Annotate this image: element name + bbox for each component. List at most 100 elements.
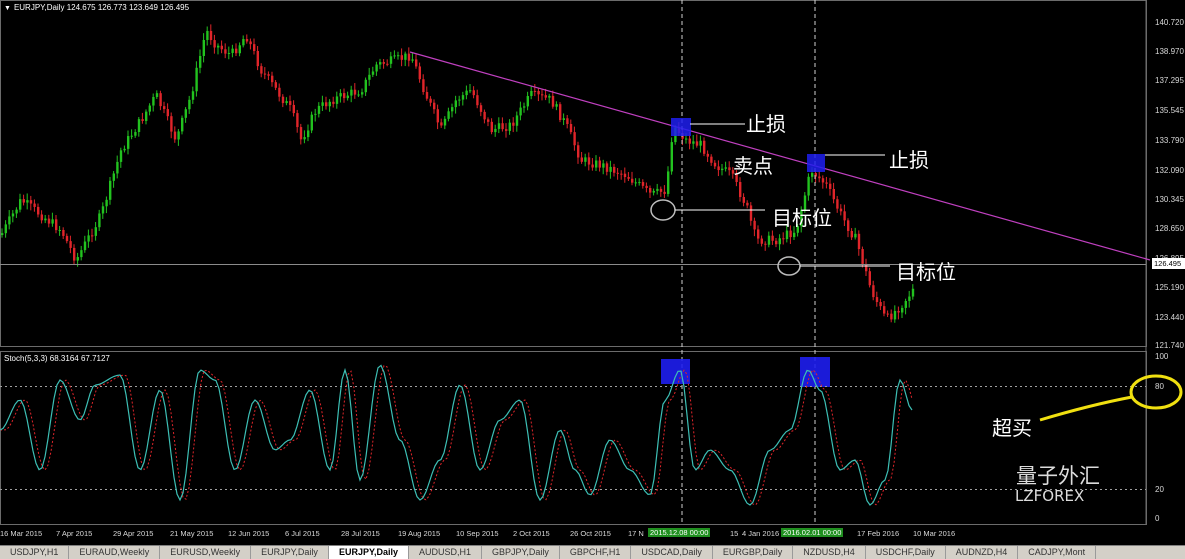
stoch-tick: 100 (1155, 352, 1169, 361)
tab-chart[interactable]: EURAUD,Weekly (69, 546, 161, 559)
candle-body (382, 62, 385, 64)
tab-chart[interactable]: USDCAD,Daily (631, 546, 713, 559)
tab-chart[interactable]: EURUSD,Weekly (160, 546, 252, 559)
candle-body (433, 102, 436, 110)
candle-body (379, 62, 382, 65)
candle-body (116, 161, 119, 174)
candle-body (249, 41, 252, 45)
candle-body (526, 96, 529, 107)
tab-chart[interactable]: GBPCHF,H1 (560, 546, 632, 559)
stop-loss-box-1 (671, 118, 691, 136)
candle-body (8, 216, 11, 225)
candle-body (479, 105, 483, 112)
tab-chart[interactable]: EURJPY,Daily (251, 546, 329, 559)
stoch-tick: 20 (1155, 485, 1164, 494)
candle-body (857, 233, 861, 250)
price-chart[interactable] (0, 0, 1185, 558)
candle-body (314, 113, 317, 115)
tab-chart[interactable]: EURGBP,Daily (713, 546, 794, 559)
tab-chart[interactable]: AUDNZD,H4 (946, 546, 1019, 559)
price-tick: 132.090 (1155, 166, 1184, 175)
candle-body (404, 53, 407, 60)
candle-body (87, 235, 90, 242)
candle-body (235, 48, 238, 54)
candle-body (55, 219, 58, 231)
candle-body (605, 163, 609, 172)
candle-body (465, 90, 468, 96)
candle-body (281, 96, 285, 104)
tab-chart[interactable]: GBPJPY,Daily (482, 546, 560, 559)
date-tick: 19 Aug 2015 (398, 529, 441, 538)
candle-body (580, 157, 583, 162)
candle-body (616, 172, 619, 174)
candle-body (771, 235, 774, 241)
candle-body (659, 188, 663, 192)
tab-chart[interactable]: USDJPY,H1 (0, 546, 70, 559)
tab-chart[interactable]: USDCHF,Daily (866, 546, 946, 559)
candle-body (641, 182, 645, 186)
candle-body (839, 208, 843, 212)
candle-body (44, 218, 47, 221)
candle-body (886, 313, 889, 315)
candle-body (62, 229, 65, 236)
candle-body (69, 241, 72, 248)
candle-body (202, 39, 205, 56)
candle-body (699, 140, 702, 146)
candle-body (703, 140, 706, 154)
vertical-marker-1-date: 2015.12.08 00:00 (648, 528, 711, 537)
price-tick: 128.650 (1155, 224, 1184, 233)
candle-body (911, 288, 915, 297)
candle-body (656, 188, 659, 191)
candle-body (566, 118, 569, 124)
candle-body (51, 219, 54, 224)
dropdown-triangle-icon[interactable]: ▼ (4, 5, 11, 12)
candle-body (37, 206, 40, 215)
candle-body (620, 173, 623, 175)
candle-body (292, 104, 295, 114)
candle-body (130, 135, 133, 137)
tab-chart-active[interactable]: EURJPY,Daily (328, 546, 409, 559)
candle-body (170, 116, 173, 132)
candle-body (785, 230, 789, 240)
target-label-2: 目标位 (896, 260, 956, 284)
candle-body (551, 95, 555, 107)
candle-body (497, 123, 501, 129)
candle-body (415, 59, 418, 67)
candle-body (501, 123, 504, 130)
date-tick: 2 Oct 2015 (513, 529, 550, 538)
stoch-tick: 80 (1155, 382, 1164, 391)
candle-body (631, 178, 634, 183)
candle-body (587, 157, 591, 165)
stoch-tick: 0 (1155, 514, 1160, 523)
candlestick-series (1, 24, 915, 323)
candle-body (26, 200, 29, 203)
overbought-circle (1129, 374, 1183, 410)
tab-chart[interactable]: AUDUSD,H1 (409, 546, 482, 559)
candle-body (829, 183, 832, 189)
candle-body (667, 171, 670, 194)
candle-body (335, 96, 339, 104)
candle-body (15, 209, 18, 214)
candle-body (289, 101, 292, 105)
candle-body (22, 199, 25, 203)
candle-body (530, 90, 533, 97)
tab-chart[interactable]: NZDUSD,H4 (793, 546, 866, 559)
candle-body (811, 173, 814, 177)
date-tick: 6 Jul 2015 (285, 529, 320, 538)
stoch-panel-frame (0, 351, 1147, 525)
candle-body (505, 129, 508, 131)
candle-body (623, 173, 627, 178)
date-tick: 15 (730, 529, 739, 538)
candle-body (515, 115, 519, 126)
brand-name-en: LZFOREX (1015, 487, 1085, 505)
candle-body (260, 66, 263, 74)
candle-body (137, 119, 141, 133)
tab-chart[interactable]: CADJPY,Mont (1018, 546, 1097, 559)
price-tick: 140.720 (1155, 18, 1184, 27)
candle-body (447, 111, 450, 119)
sell-point-label: 卖点 (733, 154, 773, 178)
candle-body (854, 233, 857, 238)
candle-body (296, 113, 299, 128)
candle-body (461, 95, 465, 100)
candle-body (559, 104, 562, 120)
